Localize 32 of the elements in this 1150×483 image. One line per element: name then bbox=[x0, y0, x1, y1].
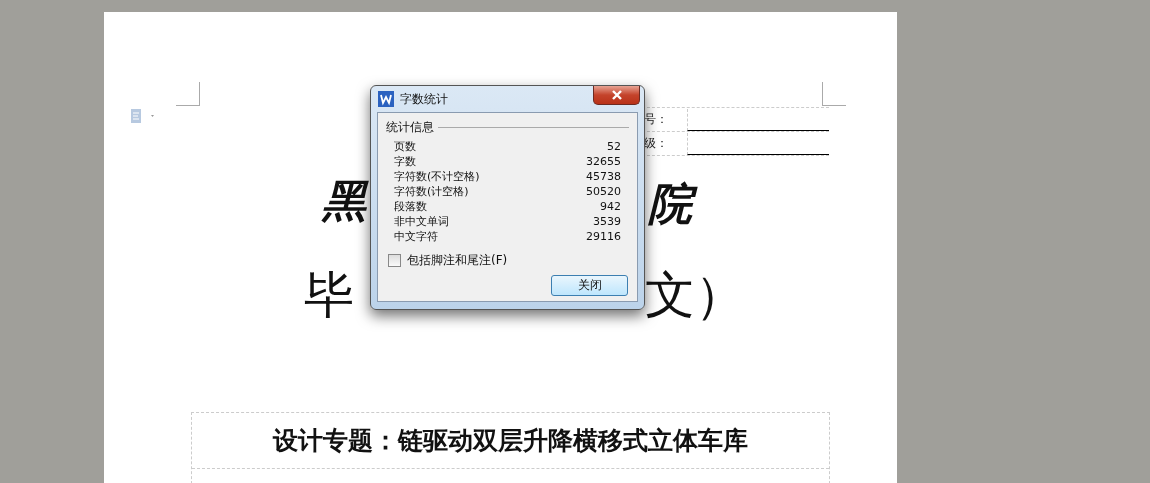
stat-label: 中文字符 bbox=[394, 229, 438, 244]
field-label: 级： bbox=[643, 135, 669, 152]
stat-value: 45738 bbox=[586, 169, 621, 184]
close-button[interactable]: 关闭 bbox=[551, 275, 628, 296]
stat-value: 50520 bbox=[586, 184, 621, 199]
stat-value: 29116 bbox=[586, 229, 621, 244]
window-title: 字数统计 bbox=[400, 90, 448, 108]
stat-value: 52 bbox=[607, 139, 621, 154]
group-label: 统计信息 bbox=[386, 119, 434, 136]
stat-label: 段落数 bbox=[394, 199, 427, 214]
stat-label: 字符数(计空格) bbox=[394, 184, 469, 199]
checkbox[interactable] bbox=[388, 254, 401, 267]
checkbox-label[interactable]: 包括脚注和尾注(F) bbox=[407, 252, 508, 269]
input-field[interactable] bbox=[687, 108, 829, 131]
app-icon bbox=[378, 91, 394, 107]
stat-value: 942 bbox=[600, 199, 621, 214]
stat-value: 3539 bbox=[593, 214, 621, 229]
stat-label: 非中文单词 bbox=[394, 214, 449, 229]
stat-value: 32655 bbox=[586, 154, 621, 169]
topic-heading: 设计专题：链驱动双层升降横移式立体车库 bbox=[192, 413, 829, 469]
calligraphy-text: 院 bbox=[646, 180, 700, 230]
stat-label: 字符数(不计空格) bbox=[394, 169, 480, 184]
title-text: 文） bbox=[645, 270, 745, 320]
calligraphy-text: 黑 bbox=[320, 177, 374, 227]
stat-label: 页数 bbox=[394, 139, 416, 154]
stat-label: 字数 bbox=[394, 154, 416, 169]
margin-mark bbox=[176, 82, 200, 106]
close-icon bbox=[610, 90, 623, 100]
margin-mark bbox=[822, 82, 846, 106]
close-button[interactable] bbox=[593, 86, 640, 105]
title-text: 毕 bbox=[304, 270, 354, 320]
input-field[interactable] bbox=[687, 132, 829, 155]
